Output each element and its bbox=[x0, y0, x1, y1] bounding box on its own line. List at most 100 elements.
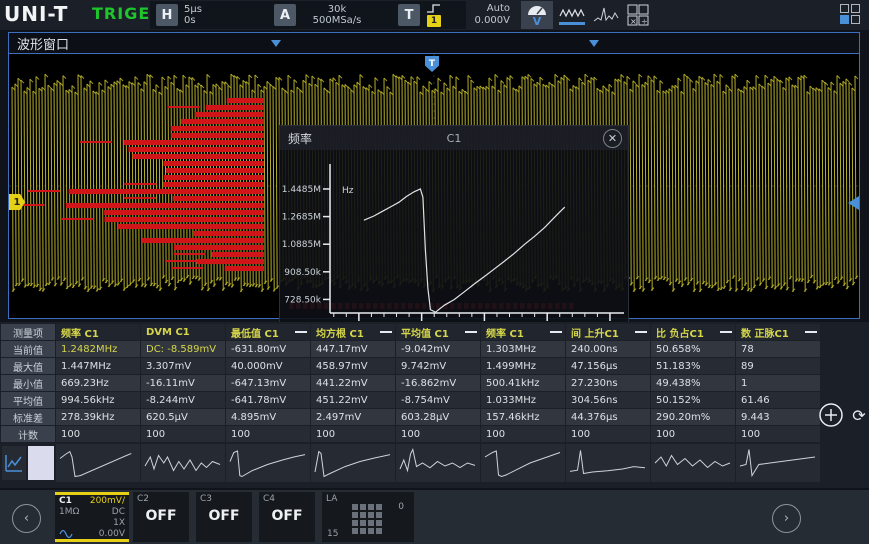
remove-measure-dash[interactable] bbox=[295, 331, 307, 333]
row-label: 当前值 bbox=[1, 341, 55, 357]
measure-value: 669.23Hz bbox=[56, 375, 140, 391]
measure-value: 50.152% bbox=[651, 392, 735, 408]
measure-value: 2.497mV bbox=[311, 409, 395, 425]
sine-wave-icon bbox=[59, 529, 73, 538]
table-row: 最大值1.447MHz3.307mV40.000mV458.97mV9.742m… bbox=[0, 358, 820, 375]
remove-measure-dash[interactable] bbox=[380, 331, 392, 333]
trend-chart-icon[interactable] bbox=[2, 446, 26, 480]
measure-value: -8.244mV bbox=[141, 392, 225, 408]
measure-value: DC: -8.589mV bbox=[141, 341, 225, 357]
reset-statistics-button[interactable]: ⟳ bbox=[847, 402, 869, 428]
measure-sparkline[interactable] bbox=[226, 444, 310, 482]
measure-value: 100 bbox=[226, 426, 310, 442]
table-row: 平均值994.56kHz-8.244mV-641.78mV451.22mV-8.… bbox=[0, 392, 820, 409]
measure-sparkline[interactable] bbox=[56, 444, 140, 482]
measure-value: 78 bbox=[736, 341, 820, 357]
column-header[interactable]: DVM C1 bbox=[141, 324, 225, 340]
math-icon[interactable]: × ÷ bbox=[622, 1, 654, 29]
channel-tile-c2[interactable]: C2OFF bbox=[133, 492, 189, 542]
horizontal-key[interactable]: H bbox=[156, 4, 178, 26]
fft-wave-icon bbox=[593, 5, 619, 25]
table-row: 标准差278.39kHz620.5μV4.895mV2.497mV603.28μ… bbox=[0, 409, 820, 426]
measure-value: -16.862mV bbox=[396, 375, 480, 391]
row-label: 测量项 bbox=[1, 324, 55, 340]
measure-value: 157.46kHz bbox=[481, 409, 565, 425]
ch1-coupling: DC bbox=[112, 507, 125, 518]
prev-page-button[interactable]: ‹ bbox=[12, 504, 41, 533]
measure-value: 4.895mV bbox=[226, 409, 310, 425]
measure-value: 51.183% bbox=[651, 358, 735, 374]
chevron-down-icon[interactable] bbox=[271, 40, 281, 47]
measurement-table: 测量项频率 C1DVM C1最低值 C1均方根 C1平均值 C1频率 C1间 上… bbox=[0, 322, 869, 488]
svg-text:×: × bbox=[630, 17, 637, 26]
svg-text:1.0885M: 1.0885M bbox=[282, 240, 321, 250]
acquire-key[interactable]: A bbox=[274, 4, 296, 26]
measure-sparkline[interactable] bbox=[736, 444, 820, 482]
measure-value: 61.46 bbox=[736, 392, 820, 408]
trigger-key[interactable]: T bbox=[398, 4, 420, 26]
trend-chart: 1.4485M1.2685M1.0885M908.50k728.50kHz-20… bbox=[280, 150, 628, 334]
selected-cell-highlight[interactable] bbox=[28, 446, 54, 480]
remove-measure-dash[interactable] bbox=[550, 331, 562, 333]
trigger-level-marker[interactable] bbox=[848, 196, 859, 210]
measure-sparkline[interactable] bbox=[651, 444, 735, 482]
la-high-label: 0 bbox=[398, 502, 404, 512]
measure-sparkline[interactable] bbox=[141, 444, 225, 482]
popup-header[interactable]: 频率 C1 ✕ bbox=[280, 126, 628, 150]
horizontal-menu[interactable]: H 5μs 0s bbox=[150, 1, 274, 29]
memory-depth: 30k bbox=[328, 4, 347, 15]
waveform-measure-icon[interactable] bbox=[556, 1, 588, 29]
oscilloscope-screen: UNI-T TRIGED H 5μs 0s A 30k 500MSa/s T 1 bbox=[0, 0, 869, 544]
svg-text:1.4485M: 1.4485M bbox=[282, 185, 321, 195]
top-bar: UNI-T TRIGED H 5μs 0s A 30k 500MSa/s T 1 bbox=[0, 0, 869, 30]
channel-tile-c3[interactable]: C3OFF bbox=[196, 492, 252, 542]
zigzag-icon bbox=[559, 6, 585, 20]
remove-measure-dash[interactable] bbox=[805, 331, 817, 333]
ch1-impedance: 1MΩ bbox=[59, 507, 79, 518]
close-icon[interactable]: ✕ bbox=[603, 129, 622, 148]
add-measurement-button[interactable] bbox=[818, 402, 844, 428]
acquire-menu[interactable]: A 30k 500MSa/s bbox=[268, 1, 398, 29]
measure-sparkline[interactable] bbox=[311, 444, 395, 482]
brand-logo: UNI-T bbox=[4, 2, 68, 26]
trigger-mode-level: Auto 0.000V bbox=[440, 3, 510, 27]
measure-value: 1.447MHz bbox=[56, 358, 140, 374]
bottom-bar: ‹ C1 200mV/ 1MΩ DC 1X 0.00V C2OFFC3OFFC4… bbox=[0, 490, 869, 544]
ch1-offset: 0.00V bbox=[99, 529, 125, 540]
channel-tile-c4[interactable]: C4OFF bbox=[259, 492, 315, 542]
measure-value: 100 bbox=[56, 426, 140, 442]
ch1-probe: 1X bbox=[113, 518, 125, 529]
column-header[interactable]: 频率 C1 bbox=[56, 324, 140, 340]
fft-icon[interactable] bbox=[590, 1, 622, 29]
chevron-down-icon[interactable] bbox=[589, 40, 599, 47]
measure-value: 620.5μV bbox=[141, 409, 225, 425]
column-header[interactable]: 平均值 C1 bbox=[396, 324, 480, 340]
column-header[interactable]: 最低值 C1 bbox=[226, 324, 310, 340]
remove-measure-dash[interactable] bbox=[720, 331, 732, 333]
measure-value: 47.156μs bbox=[566, 358, 650, 374]
sample-rate: 500MSa/s bbox=[313, 15, 362, 26]
column-header[interactable]: 比 负占C1 bbox=[651, 324, 735, 340]
column-header[interactable]: 频率 C1 bbox=[481, 324, 565, 340]
svg-text:728.50k: 728.50k bbox=[284, 295, 321, 305]
la-tile[interactable]: LA 0 15 bbox=[322, 492, 414, 542]
measure-value: 240.00ns bbox=[566, 341, 650, 357]
measure-value: 278.39kHz bbox=[56, 409, 140, 425]
channel1-tile[interactable]: C1 200mV/ 1MΩ DC 1X 0.00V bbox=[55, 492, 129, 542]
measure-sparkline[interactable] bbox=[566, 444, 650, 482]
next-page-button[interactable]: › bbox=[772, 504, 801, 533]
frequency-trend-popup: 频率 C1 ✕ 1.4485M1.2685M1.0885M908.50k728.… bbox=[279, 125, 629, 335]
column-header[interactable]: 间 上升C1 bbox=[566, 324, 650, 340]
measure-value: 994.56kHz bbox=[56, 392, 140, 408]
channel-state: OFF bbox=[133, 508, 189, 524]
measure-value: 100 bbox=[141, 426, 225, 442]
measure-value: 603.28μV bbox=[396, 409, 480, 425]
window-layout-icon[interactable] bbox=[840, 4, 860, 24]
column-header[interactable]: 均方根 C1 bbox=[311, 324, 395, 340]
column-header[interactable]: 数 正脉C1 bbox=[736, 324, 820, 340]
measure-sparkline[interactable] bbox=[396, 444, 480, 482]
remove-measure-dash[interactable] bbox=[635, 331, 647, 333]
remove-measure-dash[interactable] bbox=[465, 331, 477, 333]
measure-sparkline[interactable] bbox=[481, 444, 565, 482]
dvm-meter-icon[interactable]: V bbox=[521, 1, 553, 29]
